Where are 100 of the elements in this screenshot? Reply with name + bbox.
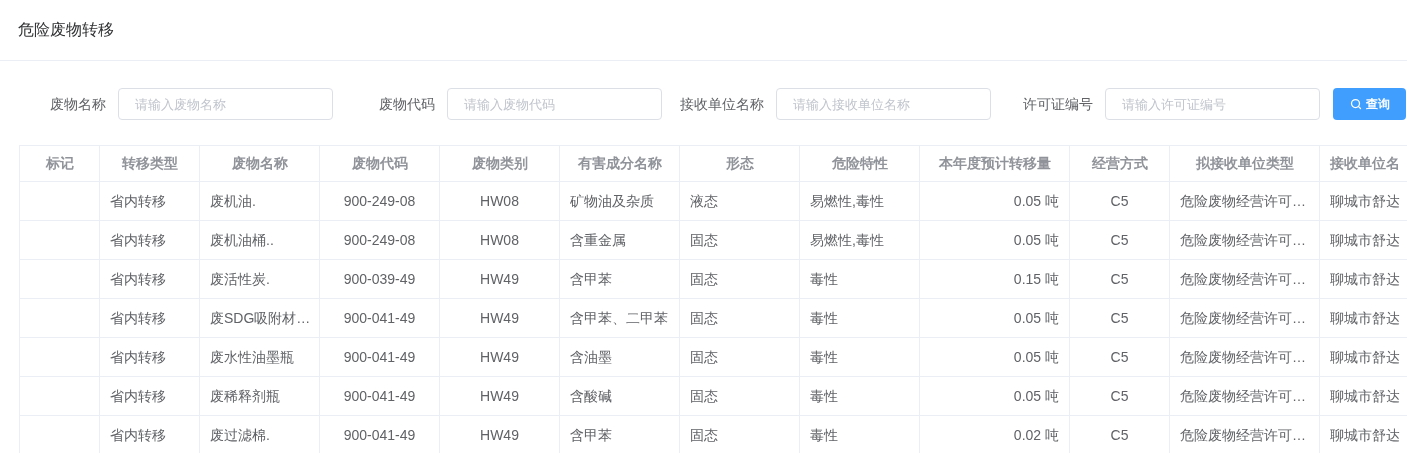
column-header: 标记 (19, 145, 100, 182)
table-cell: HW49 (480, 427, 519, 443)
table-cell: C5 (1110, 388, 1129, 404)
table-cell: 省内转移 (110, 310, 166, 326)
table-cell: 废SDG吸附材… (210, 310, 311, 326)
table-cell: 聊城市舒达 (1330, 388, 1400, 404)
filter-label: 许可证编号 (1022, 94, 1094, 114)
table-cell: 液态 (690, 193, 718, 209)
table-cell: 0.02 吨 (1013, 427, 1059, 443)
column-header: 接收单位名 (1319, 145, 1407, 182)
table-cell: HW49 (480, 310, 519, 326)
table-cell: C5 (1110, 310, 1129, 326)
table-cell: 0.15 吨 (1013, 271, 1059, 287)
table-cell: 毒性 (810, 271, 838, 287)
table-cell: 固态 (690, 271, 718, 287)
table-cell: 900-039-49 (343, 271, 416, 287)
table-cell: C5 (1110, 271, 1129, 287)
column-header: 转移类型 (99, 145, 200, 182)
table-cell: 废水性油墨瓶 (210, 349, 294, 365)
table-cell: 废机油. (210, 193, 256, 209)
table-cell: 900-041-49 (343, 388, 416, 404)
table-cell: 固态 (690, 232, 718, 248)
table-cell: HW49 (480, 349, 519, 365)
table-cell: 固态 (690, 388, 718, 404)
table-cell: 含酸碱 (570, 388, 612, 404)
table-cell: 易燃性,毒性 (810, 232, 884, 248)
table-cell: 聊城市舒达 (1330, 232, 1400, 248)
table-cell: 聊城市舒达 (1330, 427, 1400, 443)
table-cell: 省内转移 (110, 271, 166, 287)
column-header: 废物代码 (319, 145, 440, 182)
column-header: 本年度预计转移量 (919, 145, 1070, 182)
table-cell: 废稀释剂瓶 (210, 388, 280, 404)
table-cell: 固态 (690, 310, 718, 326)
search-icon (1349, 98, 1362, 110)
table-cell: 危险废物经营许可… (1180, 388, 1306, 404)
table-cell: 900-249-08 (343, 193, 416, 209)
table-cell: C5 (1110, 232, 1129, 248)
table-cell: 毒性 (810, 388, 838, 404)
table-cell: 0.05 吨 (1013, 310, 1059, 326)
table-cell: 省内转移 (110, 193, 166, 209)
table-cell: C5 (1110, 193, 1129, 209)
input-field[interactable]: 请输入废物代码 (447, 88, 662, 120)
table-cell: 危险废物经营许可… (1180, 193, 1306, 209)
table-cell: 危险废物经营许可… (1180, 271, 1306, 287)
table-cell: 易燃性,毒性 (810, 193, 884, 209)
table-cell: 毒性 (810, 349, 838, 365)
table-cell: HW08 (480, 232, 519, 248)
table-cell: 危险废物经营许可… (1180, 232, 1306, 248)
column-header: 危险特性 (799, 145, 920, 182)
table-cell: 省内转移 (110, 232, 166, 248)
table-cell: HW49 (480, 388, 519, 404)
table-cell: 危险废物经营许可… (1180, 349, 1306, 365)
filter-label: 接收单位名称 (679, 94, 765, 114)
table-cell: 危险废物经营许可… (1180, 427, 1306, 443)
table-cell: 聊城市舒达 (1330, 349, 1400, 365)
table-cell: 省内转移 (110, 427, 166, 443)
table-cell: 含甲苯、二甲苯 (570, 310, 668, 326)
input-field[interactable]: 请输入接收单位名称 (776, 88, 991, 120)
table-cell: HW49 (480, 271, 519, 287)
table-cell: 废机油桶.. (210, 232, 274, 248)
table-cell: 固态 (690, 427, 718, 443)
table-cell: 含甲苯 (570, 427, 612, 443)
table-cell: C5 (1110, 349, 1129, 365)
table-cell: 毒性 (810, 427, 838, 443)
table-cell: 省内转移 (110, 388, 166, 404)
table-cell: 含重金属 (570, 232, 626, 248)
table-cell: HW08 (480, 193, 519, 209)
input-field[interactable]: 请输入废物名称 (118, 88, 333, 120)
search-button[interactable]: 查询 (1333, 88, 1406, 120)
table-cell: 固态 (690, 349, 718, 365)
column-header: 经营方式 (1069, 145, 1170, 182)
table-cell: 毒性 (810, 310, 838, 326)
table-cell: 900-041-49 (343, 427, 416, 443)
column-header: 形态 (679, 145, 800, 182)
table-cell: 900-041-49 (343, 349, 416, 365)
column-header: 有害成分名称 (559, 145, 680, 182)
table-cell: 0.05 吨 (1013, 349, 1059, 365)
page-title: 危险废物转移 (18, 20, 114, 40)
table-cell: 900-041-49 (343, 310, 416, 326)
table-cell: 矿物油及杂质 (570, 193, 654, 209)
table-cell: 废过滤棉. (210, 427, 270, 443)
table-cell: 省内转移 (110, 349, 166, 365)
input-field[interactable]: 请输入许可证编号 (1105, 88, 1320, 120)
table-cell: 0.05 吨 (1013, 232, 1059, 248)
table-cell: 含甲苯 (570, 271, 612, 287)
table-cell: C5 (1110, 427, 1129, 443)
table-cell: 聊城市舒达 (1330, 271, 1400, 287)
table-cell: 0.05 吨 (1013, 388, 1059, 404)
table-cell: 聊城市舒达 (1330, 310, 1400, 326)
table-cell: 0.05 吨 (1013, 193, 1059, 209)
table-cell: 含油墨 (570, 349, 612, 365)
column-header: 拟接收单位类型 (1169, 145, 1320, 182)
table-cell: 900-249-08 (343, 232, 416, 248)
column-header: 废物类别 (439, 145, 560, 182)
filter-label: 废物名称 (49, 94, 107, 114)
table-cell: 聊城市舒达 (1330, 193, 1400, 209)
table-cell: 危险废物经营许可… (1180, 310, 1306, 326)
filter-label: 废物代码 (378, 94, 436, 114)
column-header: 废物名称 (199, 145, 320, 182)
table-cell: 废活性炭. (210, 271, 270, 287)
